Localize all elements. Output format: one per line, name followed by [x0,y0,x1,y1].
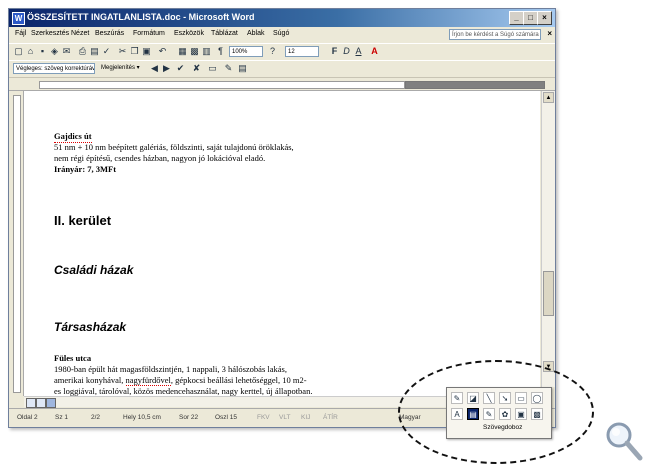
menu-tools[interactable]: Eszközök [174,30,204,37]
previous-change-icon[interactable]: ◀ [149,63,160,74]
bold-icon[interactable]: F [329,46,340,57]
maximize-button[interactable]: □ [523,11,538,25]
web-layout-icon[interactable] [36,398,46,408]
email-icon[interactable]: ✉ [61,46,72,57]
para1-line1: 51 nm + 10 nm beépített galériás, földsz… [54,142,294,152]
copy-icon[interactable]: ❐ [129,46,140,57]
next-change-icon[interactable]: ▶ [161,63,172,74]
status-page: Oldal 2 [17,414,38,421]
columns-icon[interactable]: ▥ [201,46,212,57]
paragraph-icon[interactable]: ¶ [215,46,226,57]
para2-line3: es loggiával, tárolóval, közös medenceha… [54,386,313,396]
reviewing-pane-icon[interactable]: ▤ [237,63,248,74]
paste-icon[interactable]: ▣ [141,46,152,57]
permission-icon[interactable]: ◈ [49,46,60,57]
menu-table[interactable]: Táblázat [211,30,238,37]
menu-format[interactable]: Formátum [133,30,165,37]
open-icon[interactable]: ⌂ [25,46,36,57]
para1-line3: Irányár: 7, 3MFt [54,164,117,174]
title-bar[interactable]: W ÖSSZESÍTETT INGATLANLISTA.doc - Micros… [9,9,555,27]
heading-district: II. kerület [54,213,112,228]
table-icon[interactable]: ▦ [177,46,188,57]
font-size-select[interactable]: 12 [285,46,319,57]
para2-title: Füles utca [54,353,92,363]
print-preview-icon[interactable]: ▤ [89,46,100,57]
menu-view[interactable]: Nézet [71,30,89,37]
menu-insert[interactable]: Beszúrás [95,30,124,37]
para2-line2-c: , gépkocsi beállási lehetőséggel, 10 m2- [170,375,307,385]
cut-icon[interactable]: ✂ [117,46,128,57]
para2-line1: 1980-ban épült hát magasföldszintjén, 1 … [54,364,287,374]
horizontal-ruler[interactable] [9,78,555,91]
para2-line2: amerikai konyhával, nagyfürdővel, gépkoc… [54,375,307,386]
underline-icon[interactable]: A [353,46,364,57]
accept-change-icon[interactable]: ✔ [175,63,186,74]
status-trk[interactable]: VLT [279,414,290,421]
italic-icon[interactable]: D [341,46,352,57]
para2-line2-a: amerikai konyhával, [54,375,126,385]
font-color-icon[interactable]: A [369,46,380,57]
status-column: Oszl 15 [215,414,238,421]
word-app-icon: W [12,12,25,25]
para2-line2-misspelled: nagyfürdővel [125,375,171,386]
comment-icon[interactable]: ▭ [207,63,218,74]
track-changes-icon[interactable]: ✎ [223,63,234,74]
display-for-review-select[interactable]: Végleges: szöveg korrektúrával [13,63,95,74]
scroll-up-icon[interactable]: ▲ [543,92,554,103]
excel-icon[interactable]: ▩ [189,46,200,57]
status-section: Sz 1 [55,414,69,421]
standard-toolbar: ▢ ⌂ ▪ ◈ ✉ ⎙ ▤ ✓ ✂ ❐ ▣ ↶ ▦ ▩ ▥ ¶ 100% ? 1… [9,43,555,61]
heading-family-houses: Családi házak [54,263,134,277]
highlight-ellipse [398,360,594,464]
menu-window[interactable]: Ablak [247,30,265,37]
reject-change-icon[interactable]: ✘ [191,63,202,74]
status-rec[interactable]: FKV [257,414,270,421]
vertical-ruler-track [13,95,21,393]
status-ovr[interactable]: ÁTÍR [323,414,338,421]
normal-view-icon[interactable] [26,398,36,408]
vertical-ruler[interactable] [9,91,24,396]
minimize-button[interactable]: _ [509,11,524,25]
zoom-select[interactable]: 100% [229,46,263,57]
status-position: Hely 10,5 cm [123,414,161,421]
status-pages: 2/2 [91,414,101,421]
ruler-margin [405,81,545,89]
show-menu-button[interactable]: Megjelenítés ▾ [101,64,140,71]
menu-edit[interactable]: Szerkesztés [31,30,69,37]
ruler-track [39,81,405,89]
heading-terraced-houses: Társasházak [54,320,127,334]
help-icon[interactable]: ? [267,46,278,57]
ask-question-input[interactable]: Írjon be kérdést a Súgó számára [449,29,541,40]
window-title: ÖSSZESÍTETT INGATLANLISTA.doc - Microsof… [27,12,255,22]
magnifier-icon [606,422,643,461]
menu-help[interactable]: Súgó [273,30,289,37]
new-icon[interactable]: ▢ [13,46,24,57]
document-page[interactable]: Gajdics út 51 nm + 10 nm beépített galér… [24,91,540,396]
status-ext[interactable]: KIJ [301,414,310,421]
save-icon[interactable]: ▪ [37,46,48,57]
print-layout-icon[interactable] [46,398,56,408]
menu-file[interactable]: Fájl [15,30,26,37]
reviewing-toolbar: Végleges: szöveg korrektúrával Megjelení… [9,60,555,78]
print-icon[interactable]: ⎙ [77,46,88,57]
vertical-scrollbar[interactable]: ▲ ▼ [541,91,555,387]
para1-line2: nem régi építésű, csendes házban, nagyon… [54,153,266,163]
status-line: Sor 22 [179,414,199,421]
scroll-thumb[interactable] [543,271,554,316]
undo-icon[interactable]: ↶ [157,46,168,57]
menu-bar: Fájl Szerkesztés Nézet Beszúrás Formátum… [9,28,555,42]
close-document-button[interactable]: × [547,29,552,38]
close-button[interactable]: × [537,11,552,25]
spelling-icon[interactable]: ✓ [101,46,112,57]
